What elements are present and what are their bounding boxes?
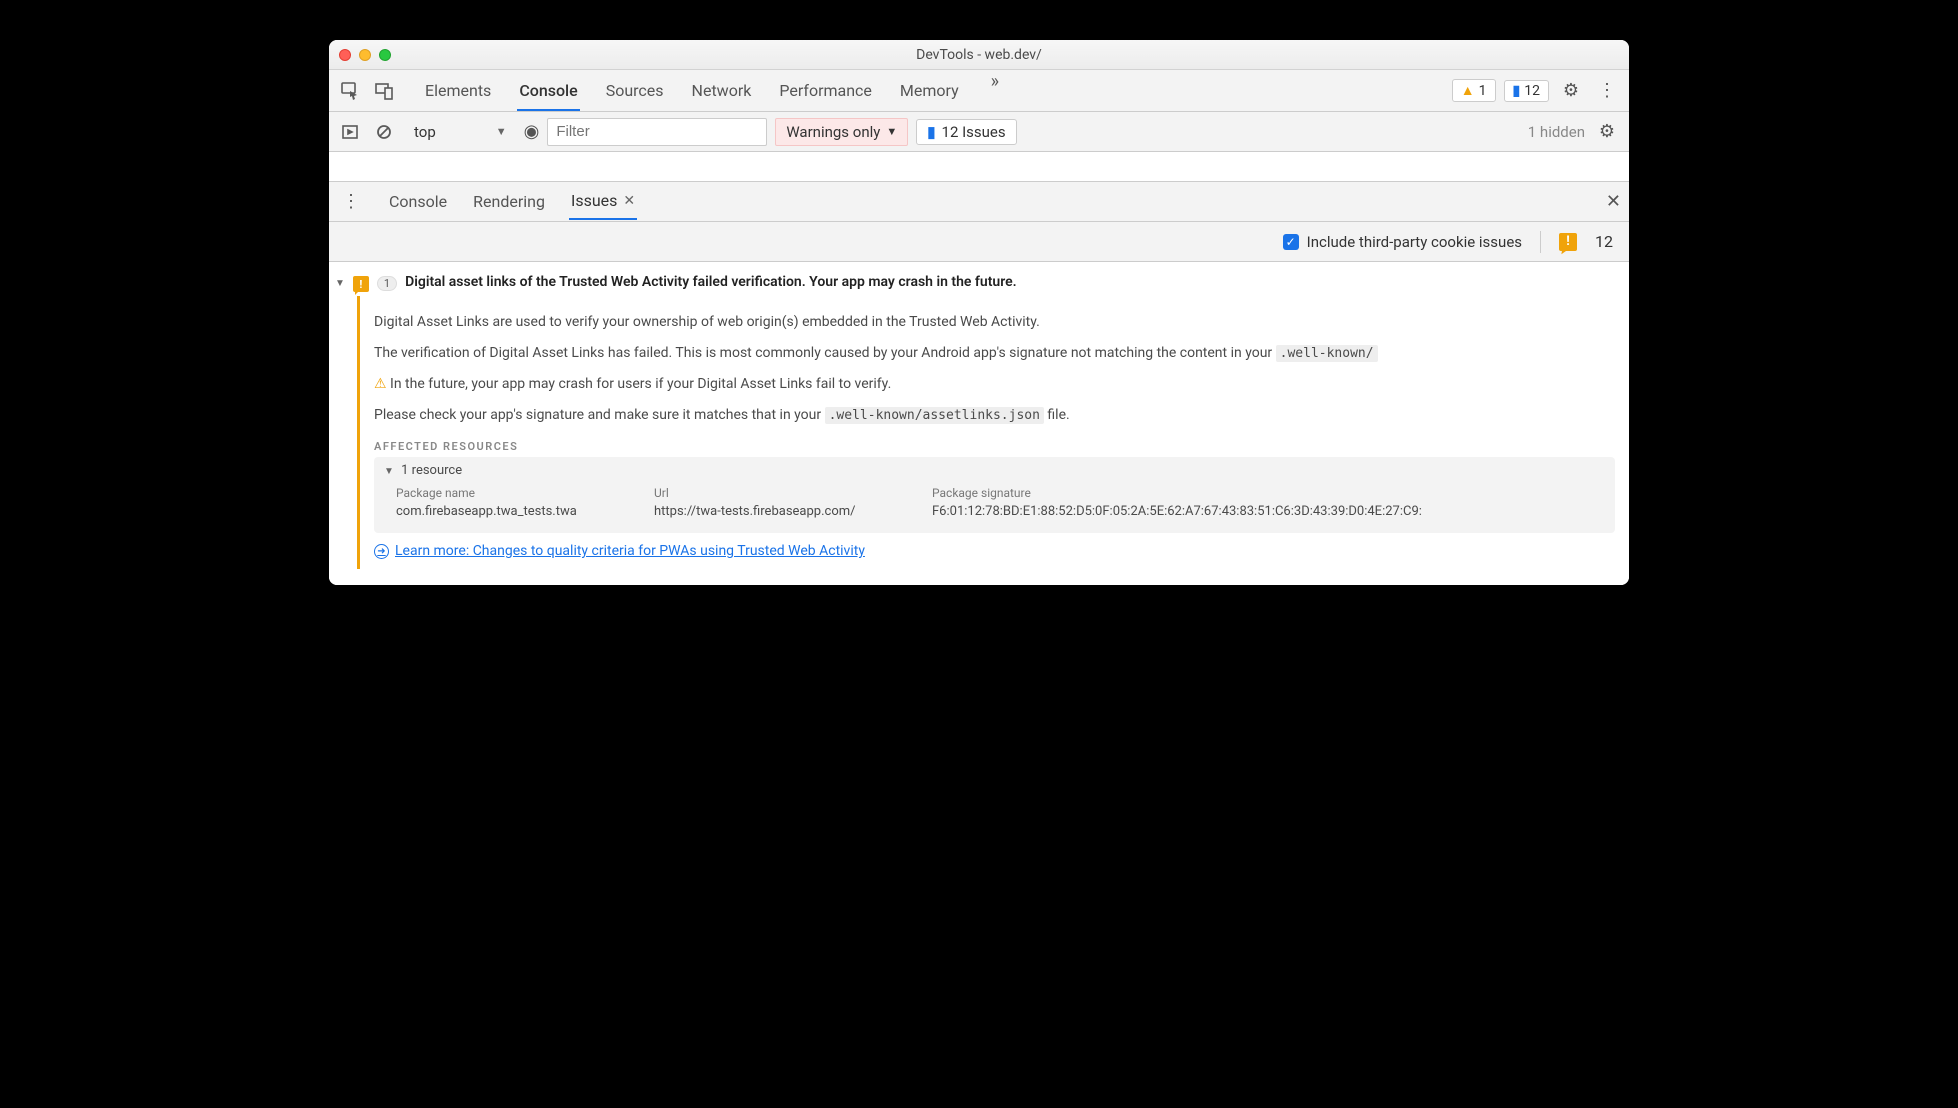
issue-details: Digital Asset Links are used to verify y…: [357, 296, 1629, 569]
live-expression-icon[interactable]: ◉: [524, 121, 540, 142]
issue-occurrence-count: 1: [377, 276, 397, 291]
arrow-circle-icon: ➜: [374, 544, 389, 559]
issues-list: ▼ ! 1 Digital asset links of the Trusted…: [329, 262, 1629, 585]
drawer-toolbar: ⋮ Console Rendering Issues ✕ ✕: [329, 182, 1629, 222]
log-level-selector[interactable]: Warnings only ▼: [775, 118, 908, 146]
warnings-count-pill[interactable]: ▲ 1: [1452, 79, 1496, 102]
console-sidebar-toggle-icon[interactable]: [337, 119, 363, 145]
tab-console[interactable]: Console: [517, 71, 579, 111]
titlebar: DevTools - web.dev/: [329, 40, 1629, 70]
drawer-tab-console[interactable]: Console: [387, 184, 449, 219]
open-issues-button[interactable]: ▮ 12 Issues: [916, 119, 1016, 145]
code-path: .well-known/: [1276, 345, 1378, 362]
warning-icon: ⚠: [374, 376, 387, 392]
third-party-checkbox-row[interactable]: ✓ Include third-party cookie issues: [1283, 233, 1522, 251]
issue-count-icon: !: [1559, 233, 1577, 251]
affected-resources-heading: Affected Resources: [374, 440, 1615, 453]
separator: [1540, 231, 1541, 253]
drawer-tab-rendering[interactable]: Rendering: [471, 184, 547, 219]
issue-title: Digital asset links of the Trusted Web A…: [405, 274, 1017, 290]
message-icon: ▮: [1513, 83, 1521, 99]
cell-package-signature: F6:01:12:78:BD:E1:88:52:D5:0F:05:2A:5E:6…: [932, 504, 1605, 519]
main-tabs: Elements Console Sources Network Perform…: [423, 71, 1444, 111]
tab-sources[interactable]: Sources: [604, 71, 666, 111]
checkbox-checked-icon[interactable]: ✓: [1283, 234, 1299, 250]
column-url: Url: [654, 486, 914, 500]
context-value: top: [414, 123, 436, 141]
issue-paragraph: Please check your app's signature and ma…: [374, 405, 1615, 426]
window-title: DevTools - web.dev/: [329, 47, 1629, 63]
messages-count: 12: [1524, 83, 1540, 99]
messages-count-pill[interactable]: ▮ 12: [1504, 80, 1549, 102]
context-selector[interactable]: top ▼: [405, 119, 516, 145]
drawer-tab-issues-label: Issues: [571, 191, 617, 210]
message-icon: ▮: [927, 123, 935, 141]
issue-paragraph: ⚠ In the future, your app may crash for …: [374, 374, 1615, 395]
resource-count-row[interactable]: ▼ 1 resource: [384, 463, 1605, 478]
tab-performance[interactable]: Performance: [777, 71, 874, 111]
device-toggle-icon[interactable]: [371, 78, 397, 104]
warnings-count: 1: [1479, 83, 1487, 99]
code-path: .well-known/assetlinks.json: [825, 407, 1044, 424]
cell-package-name: com.firebaseapp.twa_tests.twa: [396, 504, 636, 519]
inspect-icon[interactable]: [337, 78, 363, 104]
affected-resources-box: ▼ 1 resource Package name Url Package si…: [374, 457, 1615, 533]
table-row: com.firebaseapp.twa_tests.twa https://tw…: [384, 502, 1605, 521]
settings-gear-icon[interactable]: ⚙: [1557, 80, 1585, 101]
close-drawer-icon[interactable]: ✕: [1606, 191, 1621, 212]
learn-more-label: Learn more: Changes to quality criteria …: [395, 543, 865, 559]
tab-network[interactable]: Network: [690, 71, 754, 111]
dropdown-caret-icon: ▼: [886, 125, 897, 138]
column-package-signature: Package signature: [932, 486, 1605, 500]
main-toolbar: Elements Console Sources Network Perform…: [329, 70, 1629, 112]
table-header-row: Package name Url Package signature: [384, 484, 1605, 502]
tab-elements[interactable]: Elements: [423, 71, 493, 111]
issue-severity-icon: !: [353, 276, 369, 292]
warning-icon: ▲: [1461, 82, 1475, 99]
expand-caret-icon[interactable]: ▼: [335, 278, 345, 289]
cell-url: https://twa-tests.firebaseapp.com/: [654, 504, 914, 519]
dropdown-caret-icon: ▼: [496, 125, 507, 138]
issues-toolbar: ✓ Include third-party cookie issues ! 12: [329, 222, 1629, 262]
log-level-value: Warnings only: [786, 123, 880, 141]
clear-console-icon[interactable]: [371, 119, 397, 145]
hidden-count-label[interactable]: 1 hidden: [1528, 123, 1585, 141]
resource-count: 1 resource: [401, 463, 462, 478]
devtools-window: DevTools - web.dev/ Elements Console Sou…: [329, 40, 1629, 585]
close-tab-icon[interactable]: ✕: [623, 193, 635, 209]
resources-table: Package name Url Package signature com.f…: [384, 484, 1605, 521]
issues-button-label: 12 Issues: [942, 123, 1006, 141]
third-party-label: Include third-party cookie issues: [1307, 233, 1522, 251]
issue-count: 12: [1595, 232, 1613, 251]
console-settings-gear-icon[interactable]: ⚙: [1593, 121, 1621, 142]
issue-header-row[interactable]: ▼ ! 1 Digital asset links of the Trusted…: [329, 270, 1629, 296]
more-kebab-icon[interactable]: ⋮: [1593, 80, 1621, 101]
tab-memory[interactable]: Memory: [898, 71, 961, 111]
drawer-kebab-icon[interactable]: ⋮: [337, 191, 365, 212]
console-output-area: [329, 152, 1629, 182]
issue-paragraph: The verification of Digital Asset Links …: [374, 343, 1615, 364]
filter-input[interactable]: [547, 118, 767, 146]
expand-caret-icon[interactable]: ▼: [384, 466, 394, 477]
console-filter-bar: top ▼ ◉ Warnings only ▼ ▮ 12 Issues 1 hi…: [329, 112, 1629, 152]
issue-paragraph: Digital Asset Links are used to verify y…: [374, 312, 1615, 333]
overflow-tabs-icon[interactable]: »: [985, 71, 1005, 111]
column-package-name: Package name: [396, 486, 636, 500]
learn-more-link[interactable]: ➜ Learn more: Changes to quality criteri…: [374, 543, 865, 559]
drawer-tab-issues[interactable]: Issues ✕: [569, 183, 637, 220]
